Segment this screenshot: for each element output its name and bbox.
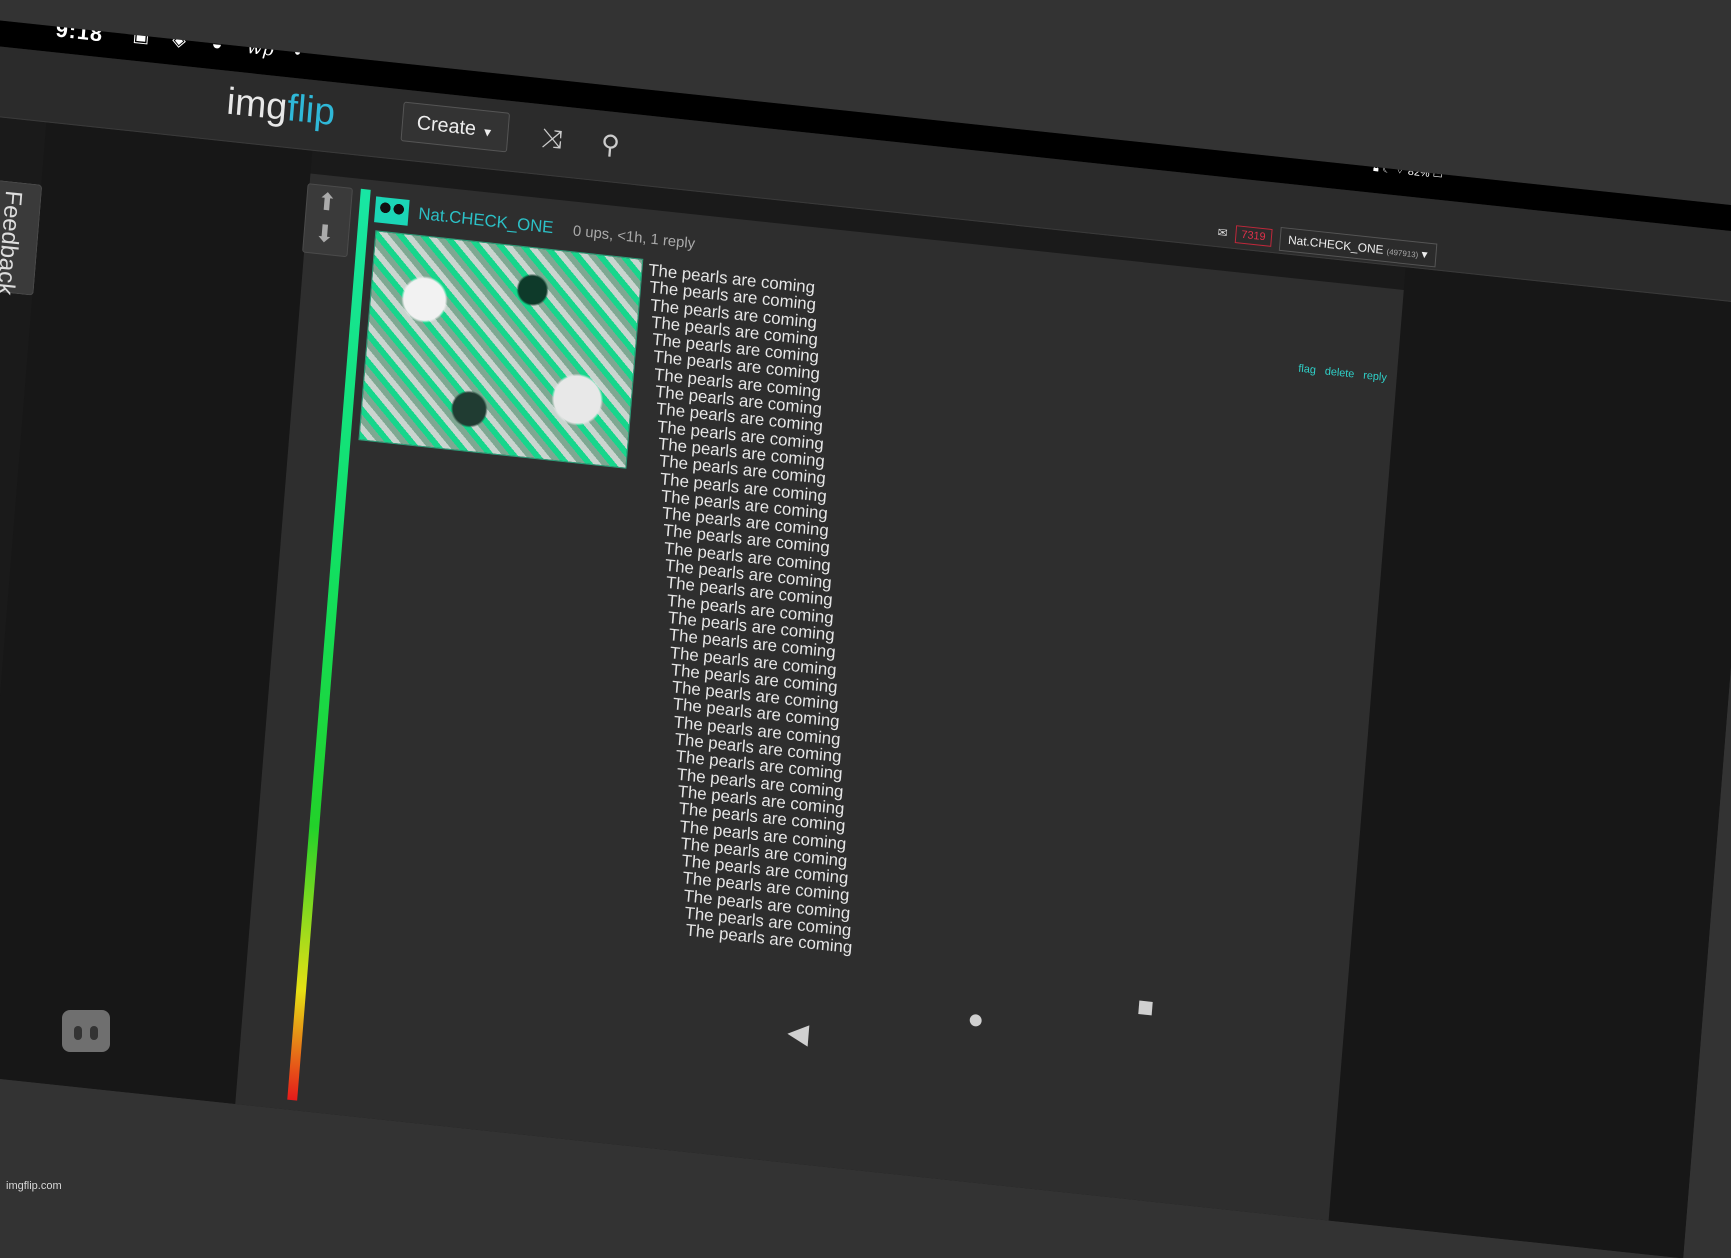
feedback-label: Feedback bbox=[0, 189, 27, 297]
create-button[interactable]: Create ▼ bbox=[400, 101, 510, 153]
mail-icon[interactable]: ✉ bbox=[1217, 225, 1228, 240]
dot-icon: • bbox=[293, 42, 302, 63]
status-time: 9:18 bbox=[54, 20, 105, 47]
user-menu-name: Nat.CHECK_ONE bbox=[1287, 232, 1385, 257]
wp-icon: wp bbox=[246, 36, 275, 61]
back-triangle-icon[interactable]: ◀ bbox=[786, 1015, 810, 1050]
lock-icon: 🔒︎ bbox=[1372, 161, 1380, 175]
delete-link[interactable]: delete bbox=[1324, 366, 1354, 381]
downvote-arrow-icon[interactable]: ⬇ bbox=[313, 219, 335, 250]
bag-icon: ◒ bbox=[210, 33, 224, 55]
user-points: (497913) bbox=[1386, 247, 1419, 260]
imgflip-logo[interactable]: imgflip bbox=[225, 81, 337, 135]
wifi-icon: ⌔ bbox=[1394, 164, 1406, 178]
tilted-phone-screenshot: 9:18 ▣ ◈ ◒ wp • 🔒︎ ☾ ⌔ 82% ▭ imgflip Cre… bbox=[0, 20, 1731, 1258]
battery-icon: ▭ bbox=[1432, 168, 1444, 182]
header-user-area: ✉ 7319 Nat.CHECK_ONE (497913) ▾ bbox=[1217, 218, 1438, 269]
cast-icon: ◈ bbox=[171, 29, 187, 51]
avatar[interactable] bbox=[374, 196, 410, 226]
comment-meta: 0 ups, <1h, 1 reply bbox=[572, 221, 696, 252]
reply-link[interactable]: reply bbox=[1363, 370, 1387, 384]
comment-actions: flag delete reply bbox=[1292, 362, 1387, 384]
logo-main: img bbox=[225, 80, 289, 129]
phone-screen: 9:18 ▣ ◈ ◒ wp • 🔒︎ ☾ ⌔ 82% ▭ imgflip Cre… bbox=[0, 20, 1731, 1258]
moon-icon: ☾ bbox=[1381, 162, 1393, 176]
imgflip-watermark: imgflip.com bbox=[6, 1180, 62, 1192]
battery-level: 82% bbox=[1407, 165, 1431, 180]
logo-accent: flip bbox=[285, 87, 337, 134]
image-icon: ▣ bbox=[132, 24, 151, 47]
upvote-arrow-icon[interactable]: ⬆ bbox=[316, 187, 338, 218]
comment-text: The pearls are coming The pearls are comi… bbox=[595, 260, 905, 957]
notification-badge[interactable]: 7319 bbox=[1234, 225, 1273, 247]
caret-down-icon: ▼ bbox=[481, 124, 495, 140]
home-circle-icon[interactable]: ● bbox=[966, 1003, 985, 1036]
user-menu[interactable]: Nat.CHECK_ONE (497913) ▾ bbox=[1278, 226, 1438, 268]
chevron-down-icon: ▾ bbox=[1421, 247, 1429, 262]
meme-image[interactable] bbox=[358, 230, 644, 469]
status-right: 🔒︎ ☾ ⌔ 82% ▭ bbox=[1373, 161, 1444, 182]
flag-link[interactable]: flag bbox=[1298, 363, 1316, 377]
shuffle-icon[interactable]: ⤨ bbox=[541, 122, 564, 156]
search-icon[interactable]: ⚲ bbox=[600, 129, 621, 162]
gesture-nav-icon[interactable] bbox=[62, 1010, 110, 1052]
recents-square-icon[interactable]: ■ bbox=[1136, 991, 1155, 1024]
comment-username[interactable]: Nat.CHECK_ONE bbox=[418, 204, 554, 238]
vote-box: ⬆ ⬇ bbox=[302, 183, 353, 258]
create-label: Create bbox=[415, 111, 477, 141]
